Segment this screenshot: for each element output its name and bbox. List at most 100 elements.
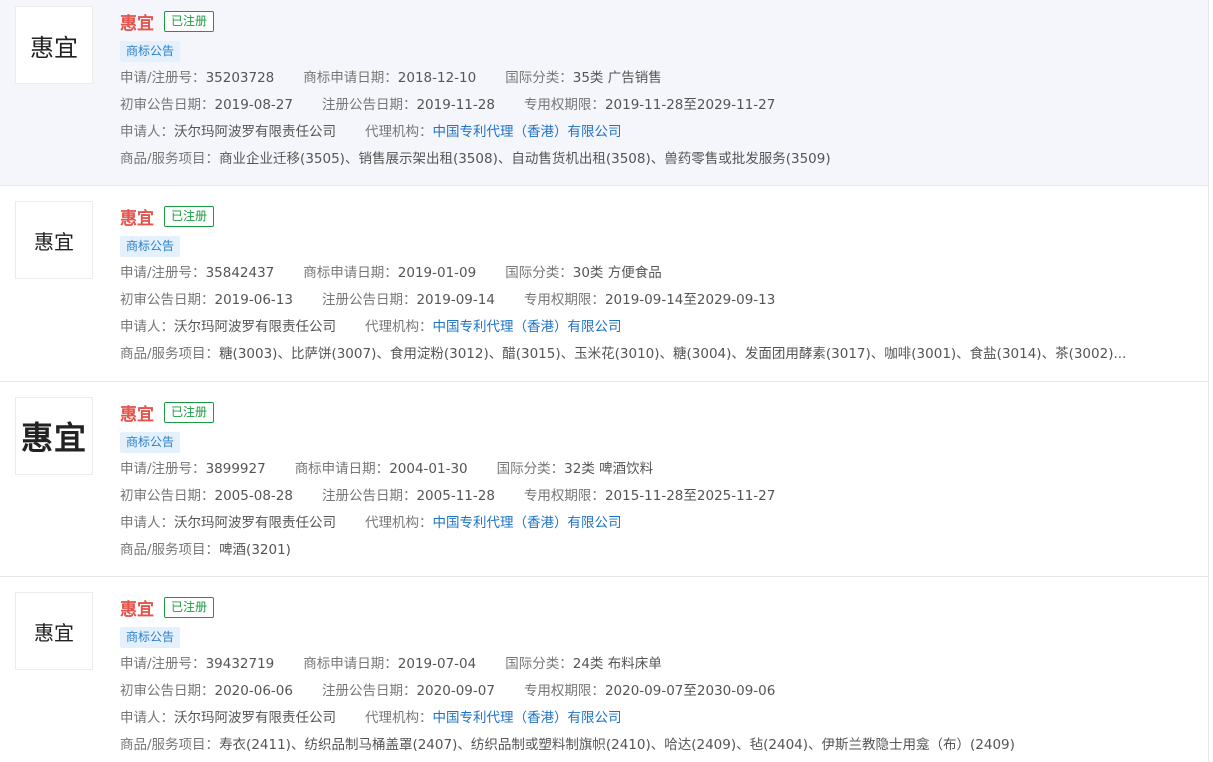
term-label: 专用权期限：	[523, 683, 605, 699]
apply-date-label: 商标申请日期：	[303, 265, 398, 281]
info-row-3: 申请人：沃尔玛阿波罗有限责任公司 代理机构：中国专利代理（香港）有限公司	[120, 513, 622, 533]
intl-class-value: 35类 广告销售	[572, 70, 662, 86]
applicant-label: 申请人：	[120, 515, 174, 531]
info-row-4: 商品/服务项目：啤酒(3201)	[120, 540, 291, 560]
reg-date-value: 2019-11-28	[416, 97, 495, 113]
trademark-name-link[interactable]: 惠宜	[120, 400, 154, 425]
reg-no-value: 39432719	[205, 656, 275, 672]
apply-date-label: 商标申请日期：	[303, 70, 398, 86]
agent-field: 代理机构：中国专利代理（香港）有限公司	[365, 708, 622, 728]
term-label: 专用权期限：	[523, 292, 605, 308]
prelim-date-field: 初审公告日期：2019-08-27	[120, 95, 293, 115]
trademark-card[interactable]: 惠宜 惠宜 已注册 商标公告 申请/注册号：35842437 商标申请日期：201…	[0, 186, 1208, 382]
reg-no-value: 3899927	[205, 461, 266, 477]
reg-no-label: 申请/注册号：	[120, 461, 206, 477]
term-field: 专用权期限：2015-11-28至2025-11-27	[524, 486, 775, 506]
agent-label: 代理机构：	[365, 124, 433, 140]
agent-link[interactable]: 中国专利代理（香港）有限公司	[433, 124, 622, 140]
info-row-4: 商品/服务项目：糖(3003)、比萨饼(3007)、食用淀粉(3012)、醋(3…	[120, 344, 1126, 364]
trademark-logo-image[interactable]: 惠宜	[15, 592, 93, 670]
info-row-2: 初审公告日期：2005-08-28 注册公告日期：2005-11-28 专用权期限：…	[120, 486, 775, 506]
term-label: 专用权期限：	[523, 97, 605, 113]
agent-link[interactable]: 中国专利代理（香港）有限公司	[433, 319, 622, 335]
applicant-label: 申请人：	[120, 710, 174, 726]
title-row: 惠宜 已注册	[120, 400, 215, 425]
trademark-name-link[interactable]: 惠宜	[120, 595, 154, 620]
term-value: 2019-11-28至2029-11-27	[604, 97, 776, 113]
reg-no-field: 申请/注册号：39432719	[120, 654, 274, 674]
reg-no-field: 申请/注册号：35842437	[120, 263, 274, 283]
trademark-card[interactable]: 惠宜 惠宜 已注册 商标公告 申请/注册号：39432719 商标申请日期：201…	[0, 577, 1208, 762]
reg-no-field: 申请/注册号：3899927	[120, 459, 266, 479]
apply-date-value: 2019-07-04	[397, 656, 477, 672]
trademark-logo-image[interactable]: 惠宜	[15, 201, 93, 279]
trademark-card[interactable]: 惠宜 惠宜 已注册 商标公告 申请/注册号：3899927 商标申请日期：2004…	[0, 382, 1208, 577]
prelim-date-label: 初审公告日期：	[120, 683, 215, 699]
applicant-field: 申请人：沃尔玛阿波罗有限责任公司	[120, 513, 336, 533]
trademark-card[interactable]: 惠宜 惠宜 已注册 商标公告 申请/注册号：35203728 商标申请日期：201…	[0, 0, 1208, 186]
prelim-date-field: 初审公告日期：2019-06-13	[120, 290, 293, 310]
apply-date-value: 2018-12-10	[397, 70, 477, 86]
title-row: 惠宜 已注册	[120, 595, 215, 620]
prelim-date-label: 初审公告日期：	[120, 488, 215, 504]
reg-date-value: 2019-09-14	[416, 292, 495, 308]
applicant-value: 沃尔玛阿波罗有限责任公司	[174, 515, 336, 531]
intl-class-field: 国际分类：35类 广告销售	[505, 68, 661, 88]
applicant-field: 申请人：沃尔玛阿波罗有限责任公司	[120, 122, 336, 142]
info-row-3: 申请人：沃尔玛阿波罗有限责任公司 代理机构：中国专利代理（香港）有限公司	[120, 317, 622, 337]
agent-field: 代理机构：中国专利代理（香港）有限公司	[365, 317, 622, 337]
trademark-name-link[interactable]: 惠宜	[120, 204, 154, 229]
apply-date-field: 商标申请日期：2004-01-30	[295, 459, 468, 479]
title-row: 惠宜 已注册	[120, 9, 215, 34]
term-label: 专用权期限：	[523, 488, 605, 504]
goods-label: 商品/服务项目：	[120, 542, 220, 558]
prelim-date-value: 2005-08-28	[214, 488, 293, 504]
applicant-field: 申请人：沃尔玛阿波罗有限责任公司	[120, 317, 336, 337]
reg-date-value: 2005-11-28	[416, 488, 495, 504]
agent-link[interactable]: 中国专利代理（香港）有限公司	[433, 710, 622, 726]
reg-date-label: 注册公告日期：	[321, 683, 417, 699]
reg-no-value: 35842437	[205, 265, 275, 281]
applicant-label: 申请人：	[120, 124, 174, 140]
prelim-date-field: 初审公告日期：2020-06-06	[120, 681, 293, 701]
agent-field: 代理机构：中国专利代理（香港）有限公司	[365, 513, 622, 533]
announcement-tag[interactable]: 商标公告	[120, 41, 181, 62]
reg-date-field: 注册公告日期：2019-09-14	[322, 290, 495, 310]
agent-label: 代理机构：	[365, 710, 433, 726]
announcement-tag[interactable]: 商标公告	[120, 236, 181, 257]
announcement-tag[interactable]: 商标公告	[120, 432, 181, 453]
applicant-value: 沃尔玛阿波罗有限责任公司	[174, 124, 336, 140]
intl-class-value: 30类 方便食品	[572, 265, 662, 281]
reg-no-field: 申请/注册号：35203728	[120, 68, 274, 88]
apply-date-value: 2019-01-09	[397, 265, 477, 281]
title-row: 惠宜 已注册	[120, 204, 215, 229]
trademark-logo-image[interactable]: 惠宜	[15, 6, 93, 84]
applicant-label: 申请人：	[120, 319, 174, 335]
reg-date-label: 注册公告日期：	[321, 292, 417, 308]
reg-no-value: 35203728	[205, 70, 275, 86]
prelim-date-field: 初审公告日期：2005-08-28	[120, 486, 293, 506]
prelim-date-value: 2019-08-27	[214, 97, 293, 113]
trademark-logo-image[interactable]: 惠宜	[15, 397, 93, 475]
term-value: 2015-11-28至2025-11-27	[604, 488, 776, 504]
agent-label: 代理机构：	[365, 319, 433, 335]
info-row-3: 申请人：沃尔玛阿波罗有限责任公司 代理机构：中国专利代理（香港）有限公司	[120, 122, 622, 142]
reg-date-field: 注册公告日期：2005-11-28	[322, 486, 495, 506]
agent-link[interactable]: 中国专利代理（香港）有限公司	[433, 515, 622, 531]
announcement-tag[interactable]: 商标公告	[120, 627, 181, 648]
reg-date-field: 注册公告日期：2020-09-07	[322, 681, 495, 701]
status-badge: 已注册	[164, 596, 215, 618]
info-row-1: 申请/注册号：3899927 商标申请日期：2004-01-30 国际分类：32类 …	[120, 459, 653, 479]
trademark-name-link[interactable]: 惠宜	[120, 9, 154, 34]
reg-date-label: 注册公告日期：	[321, 97, 417, 113]
agent-label: 代理机构：	[365, 515, 433, 531]
reg-no-label: 申请/注册号：	[120, 265, 206, 281]
trademark-list: 惠宜 惠宜 已注册 商标公告 申请/注册号：35203728 商标申请日期：201…	[0, 0, 1208, 762]
info-row-1: 申请/注册号：35203728 商标申请日期：2018-12-10 国际分类：35类…	[120, 68, 662, 88]
goods-value: 糖(3003)、比萨饼(3007)、食用淀粉(3012)、醋(3015)、玉米花…	[219, 346, 1127, 362]
intl-class-field: 国际分类：30类 方便食品	[505, 263, 661, 283]
info-row-3: 申请人：沃尔玛阿波罗有限责任公司 代理机构：中国专利代理（香港）有限公司	[120, 708, 622, 728]
term-value: 2019-09-14至2029-09-13	[604, 292, 776, 308]
reg-date-label: 注册公告日期：	[321, 488, 417, 504]
prelim-date-value: 2019-06-13	[214, 292, 293, 308]
